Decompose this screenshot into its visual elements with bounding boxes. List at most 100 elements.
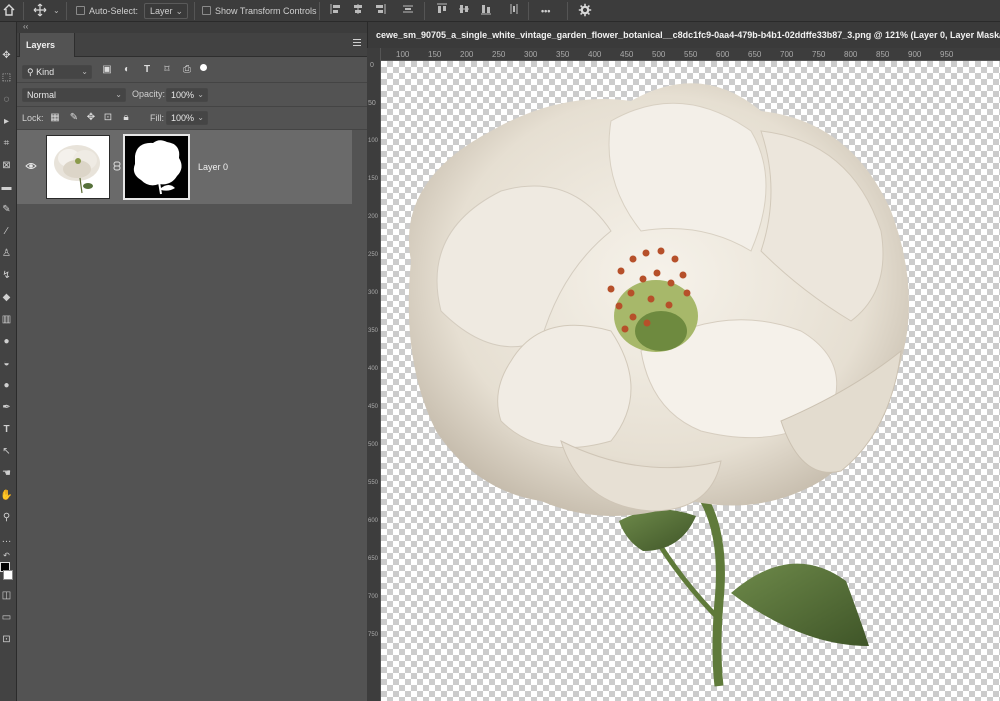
move-tool-icon[interactable] — [33, 3, 49, 19]
ruler-label: 650 — [368, 556, 379, 562]
lock-image-pixels-icon[interactable]: ✎ — [68, 112, 80, 124]
chevron-down-icon: ⌄ — [175, 6, 183, 16]
history-brush-tool-icon[interactable]: ↯ — [0, 268, 13, 284]
ruler-label: 850 — [876, 50, 890, 59]
chevron-down-icon: ⌄ — [197, 90, 204, 99]
home-icon[interactable] — [2, 3, 16, 19]
opacity-label: Opacity: — [132, 89, 166, 99]
type-tool-icon[interactable]: T — [0, 422, 13, 438]
healing-brush-tool-icon[interactable]: ✎ — [0, 202, 13, 218]
align-center-icon[interactable] — [352, 3, 364, 19]
document-tab[interactable]: cewe_sm_90705_a_single_white_vintage_gar… — [367, 22, 1000, 48]
document-canvas[interactable] — [381, 61, 1000, 701]
artboard-icon[interactable]: ⊡ — [0, 632, 13, 648]
background-color-swatch[interactable] — [3, 570, 13, 580]
marquee-tool-icon[interactable]: ⬚ — [0, 70, 13, 86]
ruler-label: 150 — [428, 50, 442, 59]
shape-tool-icon[interactable]: ☚ — [0, 466, 13, 482]
move-tool-icon[interactable]: ✥ — [0, 48, 13, 64]
object-select-tool-icon[interactable]: ▸ — [0, 114, 13, 130]
fill-label: Fill: — [150, 113, 164, 123]
ruler-label: 100 — [368, 138, 379, 144]
align-top-icon[interactable] — [436, 3, 448, 19]
lock-artboard-icon[interactable]: ⊡ — [102, 112, 114, 124]
show-transform-controls-checkbox[interactable]: Show Transform Controls — [202, 3, 317, 19]
eraser-tool-icon[interactable]: ◆ — [0, 290, 13, 306]
auto-select-target-dropdown[interactable]: Layer ⌄ — [144, 3, 188, 19]
ruler-label: 750 — [368, 632, 379, 638]
ruler-label: 400 — [368, 366, 379, 372]
type-layer-filter-icon[interactable]: T — [141, 64, 153, 76]
layer-mask-thumbnail[interactable] — [123, 134, 190, 200]
zoom-tool-icon[interactable]: ⚲ — [0, 510, 13, 526]
path-tool-icon[interactable]: ✒ — [0, 400, 13, 416]
ruler-label: 650 — [748, 50, 762, 59]
eyedropper-tool-icon[interactable]: ▬ — [0, 180, 13, 196]
align-left-icon[interactable] — [330, 3, 342, 19]
ruler-label: 700 — [368, 594, 379, 600]
ruler-label: 600 — [716, 50, 730, 59]
screen-mode-icon[interactable]: ▭ — [0, 610, 13, 626]
show-transform-label: Show Transform Controls — [215, 6, 317, 16]
more-options-button[interactable]: ••• — [541, 3, 550, 19]
panel-collapse-icon[interactable]: ‹‹ — [17, 22, 367, 33]
pen-tool-icon[interactable]: ● — [0, 378, 13, 394]
brush-tool-icon[interactable]: ∕ — [0, 224, 13, 240]
chevron-down-icon: ⌄ — [197, 113, 204, 122]
frame-tool-icon[interactable]: ⊠ — [0, 158, 13, 174]
layer-thumbnail[interactable] — [46, 135, 110, 199]
distribute-vertical-icon[interactable] — [402, 3, 414, 19]
layer-name[interactable]: Layer 0 — [198, 162, 228, 172]
align-bottom-icon[interactable] — [480, 3, 492, 19]
ruler-label: 450 — [368, 404, 379, 410]
panel-menu-icon[interactable] — [353, 39, 361, 49]
align-right-icon[interactable] — [374, 3, 386, 19]
flower-artwork — [408, 83, 909, 687]
tools-panel: ✥ ⬚ ◌ ▸ ⌗ ⊠ ▬ ✎ ∕ ♙ ↯ ◆ ▥ ● ◒ ● ✒ T ↖ ☚ … — [0, 22, 17, 701]
filter-kind-dropdown[interactable]: ⚲ Kind ⌄ — [22, 65, 92, 79]
crop-tool-icon[interactable]: ⌗ — [0, 136, 13, 152]
auto-select-checkbox[interactable]: Auto-Select: — [76, 3, 138, 19]
lasso-tool-icon[interactable]: ◌ — [0, 92, 13, 108]
filter-toggle-icon[interactable] — [200, 64, 207, 71]
lock-label: Lock: — [22, 113, 44, 123]
auto-select-label: Auto-Select: — [89, 6, 139, 16]
gear-icon[interactable] — [578, 3, 592, 19]
lock-all-icon[interactable]: 🔒︎ — [120, 112, 132, 124]
link-icon[interactable] — [113, 161, 123, 171]
opacity-field[interactable]: 100% ⌄ — [166, 88, 208, 102]
smart-object-filter-icon[interactable]: ⎙ — [181, 64, 193, 76]
ruler-label: 200 — [460, 50, 474, 59]
distribute-horizontal-icon[interactable] — [508, 3, 520, 19]
options-bar: ⌄ Auto-Select: Layer ⌄ Show Transform Con… — [0, 0, 1000, 22]
edit-toolbar-icon[interactable]: … — [0, 532, 13, 548]
ruler-label: 0 — [370, 62, 374, 69]
tool-preset-chevron-icon[interactable]: ⌄ — [53, 3, 60, 19]
dodge-tool-icon[interactable]: ◒ — [0, 356, 13, 372]
panel-tab-row: Layers — [17, 33, 367, 57]
lock-position-icon[interactable]: ✥ — [85, 112, 97, 124]
chevron-down-icon: ⌄ — [115, 90, 122, 99]
clone-stamp-tool-icon[interactable]: ♙ — [0, 246, 13, 262]
align-middle-icon[interactable] — [458, 3, 470, 19]
chevron-down-icon: ⌄ — [81, 67, 88, 76]
adjustment-layer-filter-icon[interactable]: ◐ — [121, 64, 133, 76]
ruler-label: 200 — [368, 214, 379, 220]
blur-tool-icon[interactable]: ● — [0, 334, 13, 350]
layer-row[interactable]: Layer 0 — [17, 130, 352, 204]
fill-field[interactable]: 100% ⌄ — [166, 111, 208, 125]
blend-mode-dropdown[interactable]: Normal ⌄ — [22, 88, 126, 102]
gradient-tool-icon[interactable]: ▥ — [0, 312, 13, 328]
pixel-layer-filter-icon[interactable]: ▣ — [101, 64, 113, 76]
ruler-label: 50 — [368, 100, 376, 107]
path-selection-tool-icon[interactable]: ↖ — [0, 444, 13, 460]
ruler-label: 100 — [396, 50, 410, 59]
ruler-label: 450 — [620, 50, 634, 59]
shape-layer-filter-icon[interactable]: ⌑ — [161, 64, 173, 76]
tab-layers[interactable]: Layers — [19, 33, 75, 57]
ruler-label: 750 — [812, 50, 826, 59]
lock-transparent-pixels-icon[interactable]: ▦ — [49, 112, 61, 124]
quick-mask-icon[interactable]: ◫ — [0, 588, 13, 604]
hand-tool-icon[interactable]: ✋ — [0, 488, 13, 504]
eye-icon[interactable] — [25, 161, 39, 171]
